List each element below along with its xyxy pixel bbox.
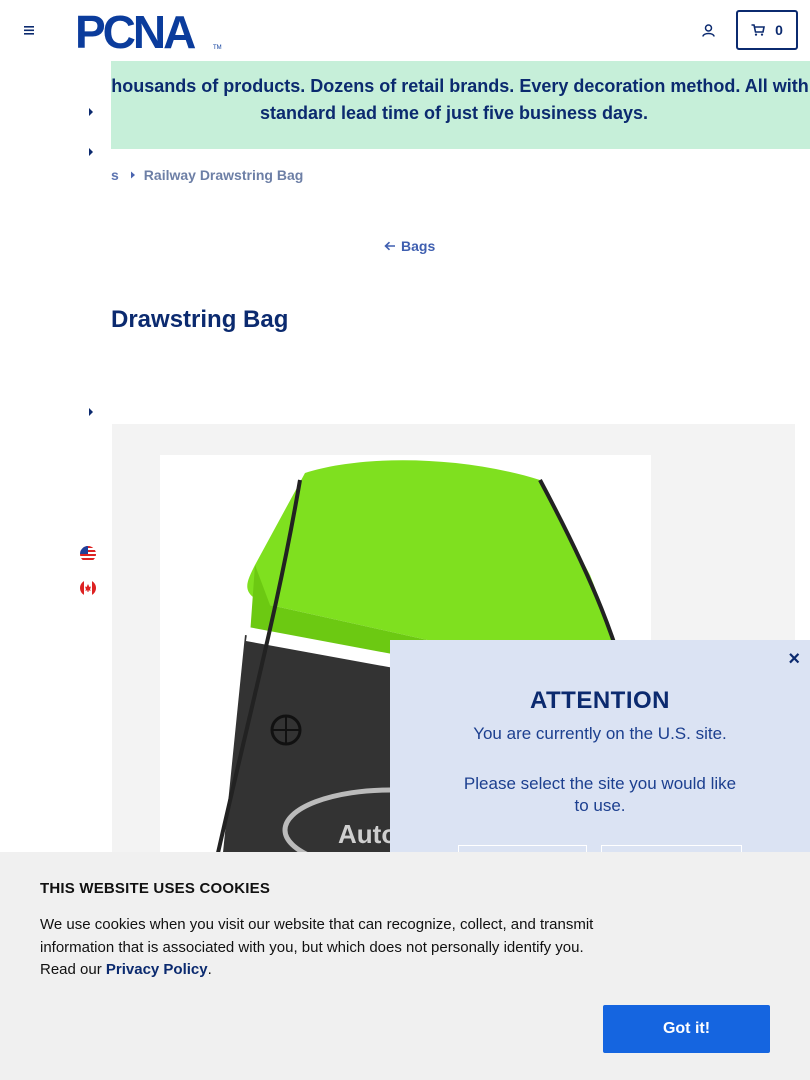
modal-select-site-text: Please select the site you would like to… xyxy=(463,774,737,815)
menu-button[interactable] xyxy=(18,20,40,40)
imprint-text: Auto xyxy=(338,819,397,849)
svg-text:TM: TM xyxy=(213,45,222,51)
logo-image: PCNA TM xyxy=(75,6,222,58)
banner-text: ? Thousands of products. Dozens of retai… xyxy=(84,76,810,123)
privacy-policy-link[interactable]: Privacy Policy xyxy=(106,961,208,978)
site-header: PCNA TM 0 xyxy=(0,0,810,61)
cookie-title: THIS WEBSITE USES COOKIES xyxy=(40,880,271,897)
announcement-banner: ? Thousands of products. Dozens of retai… xyxy=(0,61,810,149)
cookie-text: We use cookies when you visit our websit… xyxy=(40,914,610,982)
close-icon[interactable]: × xyxy=(788,648,800,671)
arrow-left-icon xyxy=(384,241,395,251)
modal-title: ATTENTION xyxy=(529,687,671,714)
cart-count: 0 xyxy=(775,22,783,38)
caret-right-icon[interactable] xyxy=(87,107,95,117)
back-link-label: Bags xyxy=(401,238,436,254)
breadcrumb-separator-icon xyxy=(130,171,136,179)
user-icon xyxy=(701,23,715,37)
logo-text: PCNA xyxy=(75,8,195,52)
accept-cookies-button[interactable]: Got it! xyxy=(603,1005,770,1053)
back-to-bags-link[interactable]: Bags xyxy=(384,238,435,254)
modal-current-site-text: You are currently on the U.S. site. xyxy=(473,724,727,743)
us-flag-icon[interactable] xyxy=(80,546,96,562)
caret-right-icon[interactable] xyxy=(87,407,95,417)
breadcrumb: s Railway Drawstring Bag xyxy=(111,166,303,184)
canada-flag-icon[interactable] xyxy=(80,580,96,596)
hamburger-icon xyxy=(24,26,34,35)
breadcrumb-previous[interactable]: s xyxy=(111,167,119,183)
cart-icon xyxy=(751,24,766,36)
cookie-banner: THIS WEBSITE USES COOKIES We use cookies… xyxy=(0,852,810,1080)
cookie-body-end: . xyxy=(207,961,212,978)
cart-button[interactable]: 0 xyxy=(736,10,798,50)
breadcrumb-current: Railway Drawstring Bag xyxy=(143,167,304,183)
product-title: Drawstring Bag xyxy=(111,306,289,333)
caret-right-icon[interactable] xyxy=(87,147,95,157)
pcna-logo[interactable]: PCNA TM xyxy=(74,6,226,58)
account-button[interactable] xyxy=(697,19,719,41)
